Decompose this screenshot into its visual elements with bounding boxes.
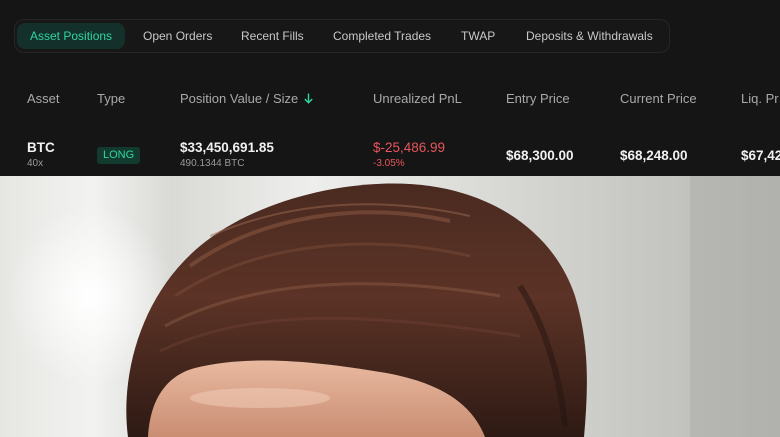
- tab-bar: Asset Positions Open Orders Recent Fills…: [14, 19, 670, 53]
- app-root: Asset Positions Open Orders Recent Fills…: [0, 0, 780, 437]
- tab-asset-positions[interactable]: Asset Positions: [17, 23, 126, 49]
- current-price: $68,248.00: [620, 148, 688, 163]
- tab-recent-fills[interactable]: Recent Fills: [241, 23, 304, 49]
- column-header-position-value[interactable]: Position Value / Size: [180, 91, 313, 107]
- position-value: $33,450,691.85: [180, 140, 274, 155]
- liq-price: $67,42: [741, 148, 780, 163]
- position-size: 490.1344 BTC: [180, 158, 245, 169]
- hair-illustration: [126, 176, 780, 437]
- tab-twap[interactable]: TWAP: [461, 23, 495, 49]
- column-header-entry-price[interactable]: Entry Price: [506, 91, 570, 106]
- column-header-current-price[interactable]: Current Price: [620, 91, 697, 106]
- column-header-position-value-label: Position Value / Size: [180, 91, 299, 106]
- tab-open-orders[interactable]: Open Orders: [143, 23, 212, 49]
- positions-panel: Asset Positions Open Orders Recent Fills…: [0, 0, 780, 176]
- arrow-down-icon[interactable]: [304, 92, 313, 107]
- position-type-badge: LONG: [97, 147, 141, 164]
- column-header-unrealized-pnl[interactable]: Unrealized PnL: [373, 91, 462, 106]
- unrealized-pnl-value: $-25,486.99: [373, 140, 446, 155]
- column-header-asset[interactable]: Asset: [27, 91, 60, 106]
- person-photo: [0, 176, 780, 437]
- tab-completed-trades[interactable]: Completed Trades: [333, 23, 431, 49]
- entry-price: $68,300.00: [506, 148, 574, 163]
- tab-deposits-withdrawals[interactable]: Deposits & Withdrawals: [526, 23, 653, 49]
- asset-symbol[interactable]: BTC: [27, 140, 55, 155]
- unrealized-pnl-percent: -3.05%: [373, 158, 405, 169]
- column-header-liq-price[interactable]: Liq. Pr: [741, 91, 779, 106]
- column-header-type[interactable]: Type: [97, 91, 125, 106]
- asset-leverage: 40x: [27, 158, 44, 169]
